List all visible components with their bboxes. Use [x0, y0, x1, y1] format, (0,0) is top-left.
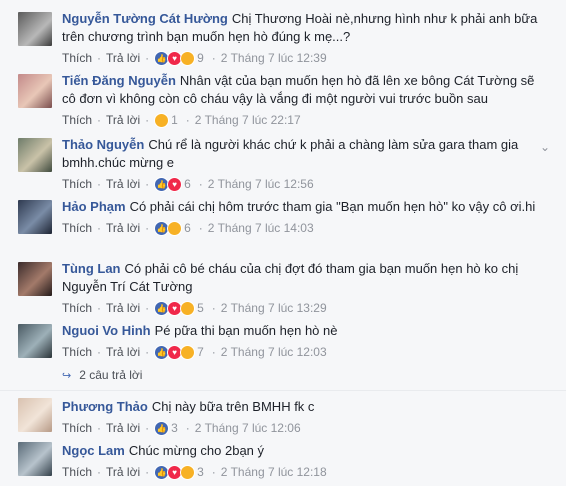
comment-timestamp[interactable]: 2 Tháng 7 lúc 14:03 — [208, 219, 314, 237]
comment-body: Nguyễn Tường Cát Hường Chị Thương Hoài nè… — [62, 10, 540, 66]
like-button[interactable]: Thích — [62, 111, 92, 129]
reaction-count: 6 — [184, 177, 191, 191]
comment-body: Ngọc Lam Chúc mừng cho 2bạn ý Thích · Trả … — [62, 442, 540, 480]
like-button[interactable]: Thích — [62, 343, 92, 361]
reply-button[interactable]: Trả lời — [106, 111, 140, 129]
comment-timestamp[interactable]: 2 Tháng 7 lúc 12:39 — [221, 49, 327, 67]
reply-button[interactable]: Trả lời — [106, 343, 140, 361]
reply-button[interactable]: Trả lời — [106, 463, 140, 481]
reaction-count: 7 — [197, 345, 204, 359]
comment-text: Pé pữa thi bạn muốn hẹn hò nè — [154, 323, 338, 338]
comment-author[interactable]: Tiến Đăng Nguyễn — [62, 73, 176, 88]
comment-actions: Thích · Trả lời · 👍 ♥ 9 · 2 Tháng 7 lúc 12… — [62, 49, 327, 67]
chevron-down-icon[interactable]: ⌄ — [540, 140, 550, 154]
avatar[interactable] — [18, 262, 52, 296]
comment-text: Có phải cô bé cháu của chị đợt đó tham g… — [62, 261, 519, 294]
reaction-count: 1 — [171, 113, 178, 127]
comment-author[interactable]: Ngọc Lam — [62, 443, 125, 458]
reaction-count: 3 — [171, 421, 178, 435]
haha-reaction-icon — [154, 112, 170, 128]
love-reaction-icon: ♥ — [167, 176, 183, 192]
avatar[interactable] — [18, 12, 52, 46]
comment-body: Thảo Nguyễn Chú rể là người khác chứ k ph… — [62, 136, 540, 192]
comment-author[interactable]: Hảo Phạm — [62, 199, 126, 214]
comment-timestamp[interactable]: 2 Tháng 7 lúc 12:18 — [221, 463, 327, 481]
reply-button[interactable]: Trả lời — [106, 175, 140, 193]
reply-button[interactable]: Trả lời — [106, 299, 140, 317]
reactions[interactable]: 👍 3 — [154, 419, 178, 437]
comment-body: Phương Thảo Chị này bữa trên BMHH fk c Th… — [62, 398, 540, 436]
comment-actions: Thích · Trả lời · 👍 ♥ 6 · 2 Tháng 7 lúc 12… — [62, 175, 314, 193]
reactions[interactable]: 👍 ♥ 7 — [154, 343, 204, 361]
reactions[interactable]: 👍 ♥ 9 — [154, 49, 204, 67]
comment-text: Chúc mừng cho 2bạn ý — [128, 443, 265, 458]
comment-actions: Thích · Trả lời · 👍 ♥ 5 · 2 Tháng 7 lúc 13… — [62, 299, 327, 317]
reply-button[interactable]: Trả lời — [106, 219, 140, 237]
reactions[interactable]: 👍 ♥ 3 — [154, 463, 204, 481]
comment-author[interactable]: Phương Thảo — [62, 399, 148, 414]
comment-body: Tùng Lan Có phải cô bé cháu của chị đợt đ… — [62, 260, 540, 316]
reaction-count: 3 — [197, 465, 204, 479]
comment-actions: Thích · Trả lời · 👍 ♥ 7 · 2 Tháng 7 lúc 12… — [62, 343, 327, 361]
comment-body: Tiến Đăng Nguyễn Nhân vật của bạn muốn hẹ… — [62, 72, 540, 128]
wow-reaction-icon — [180, 300, 196, 316]
comment-author[interactable]: Nguyễn Tường Cát Hường — [62, 11, 228, 26]
like-button[interactable]: Thích — [62, 219, 92, 237]
like-reaction-icon: 👍 — [154, 420, 170, 436]
comment-author[interactable]: Thảo Nguyễn — [62, 137, 144, 152]
reaction-count: 9 — [197, 51, 204, 65]
reply-button[interactable]: Trả lời — [106, 419, 140, 437]
like-button[interactable]: Thích — [62, 419, 92, 437]
comment-text: Có phải cái chị hôm trước tham gia "Bạn … — [129, 199, 536, 214]
comment-timestamp[interactable]: 2 Tháng 7 lúc 12:06 — [195, 419, 301, 437]
avatar[interactable] — [18, 74, 52, 108]
avatar[interactable] — [18, 324, 52, 358]
avatar[interactable] — [18, 442, 52, 476]
view-replies-link[interactable]: ↪ 2 câu trả lời — [62, 368, 142, 382]
reactions[interactable]: 👍 6 — [154, 219, 191, 237]
reactions[interactable]: 👍 ♥ 5 — [154, 299, 204, 317]
comment-actions: Thích · Trả lời · 👍 ♥ 3 · 2 Tháng 7 lúc 12… — [62, 463, 327, 481]
haha-reaction-icon — [167, 220, 183, 236]
reaction-count: 6 — [184, 221, 191, 235]
comment-timestamp[interactable]: 2 Tháng 7 lúc 22:17 — [195, 111, 301, 129]
replies-label: 2 câu trả lời — [79, 368, 143, 382]
like-button[interactable]: Thích — [62, 175, 92, 193]
avatar[interactable] — [18, 200, 52, 234]
comment-text: Chị này bữa trên BMHH fk c — [151, 399, 315, 414]
reactions[interactable]: 1 — [154, 111, 178, 129]
comment-actions: Thích · Trả lời · 👍 6 · 2 Tháng 7 lúc 14:0… — [62, 219, 314, 237]
divider — [0, 390, 566, 391]
reply-arrow-icon: ↪ — [62, 369, 72, 382]
comment-body: Nguoi Vo Hinh Pé pữa thi bạn muốn hẹn hò … — [62, 322, 540, 360]
comment-actions: Thích · Trả lời · 1 · 2 Tháng 7 lúc 22:17 — [62, 111, 301, 129]
like-button[interactable]: Thích — [62, 463, 92, 481]
comment-author[interactable]: Nguoi Vo Hinh — [62, 323, 151, 338]
comment-timestamp[interactable]: 2 Tháng 7 lúc 12:56 — [208, 175, 314, 193]
reactions[interactable]: 👍 ♥ 6 — [154, 175, 191, 193]
avatar[interactable] — [18, 138, 52, 172]
reaction-count: 5 — [197, 301, 204, 315]
haha-reaction-icon — [180, 50, 196, 66]
avatar[interactable] — [18, 398, 52, 432]
like-button[interactable]: Thích — [62, 49, 92, 67]
haha-reaction-icon — [180, 344, 196, 360]
haha-reaction-icon — [180, 464, 196, 480]
like-button[interactable]: Thích — [62, 299, 92, 317]
comment-actions: Thích · Trả lời · 👍 3 · 2 Tháng 7 lúc 12:0… — [62, 419, 301, 437]
comment-author[interactable]: Tùng Lan — [62, 261, 121, 276]
comment-body: Hảo Phạm Có phải cái chị hôm trước tham g… — [62, 198, 540, 236]
comment-timestamp[interactable]: 2 Tháng 7 lúc 12:03 — [221, 343, 327, 361]
reply-button[interactable]: Trả lời — [106, 49, 140, 67]
comment-timestamp[interactable]: 2 Tháng 7 lúc 13:29 — [221, 299, 327, 317]
